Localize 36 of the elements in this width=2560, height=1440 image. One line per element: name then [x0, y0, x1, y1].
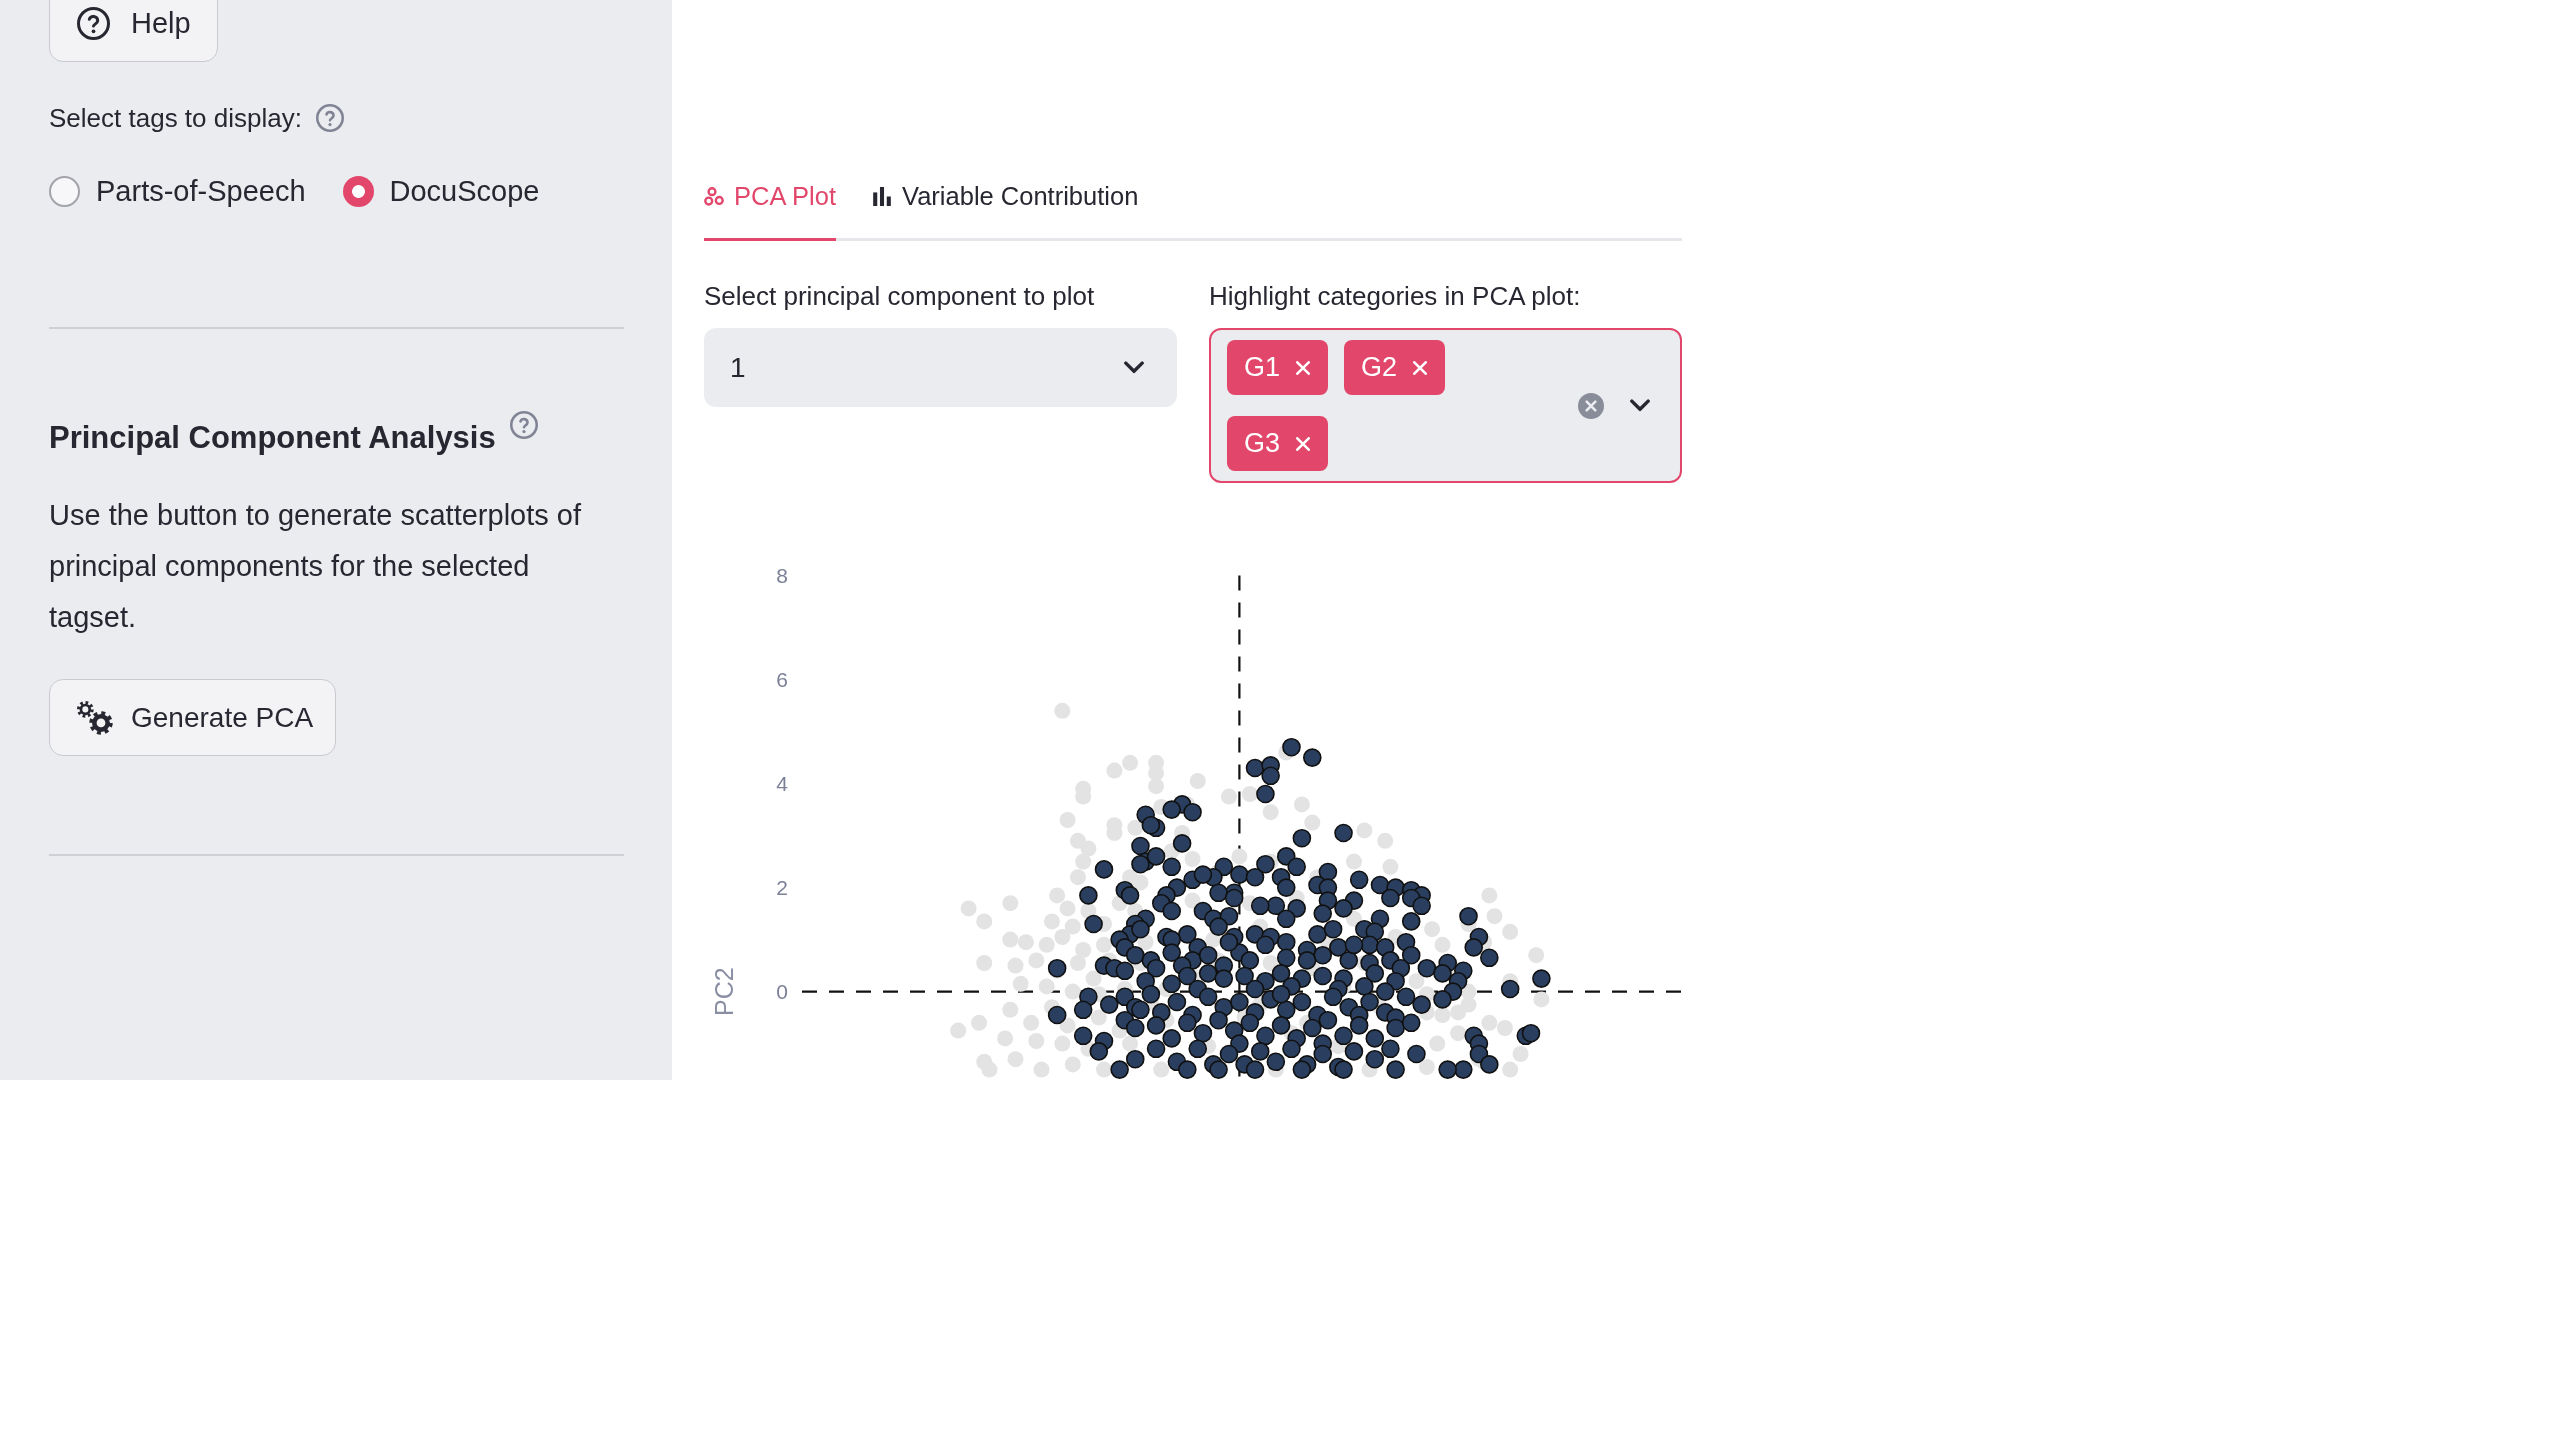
radio-option[interactable]: Parts-of-Speech — [49, 173, 306, 209]
select-field[interactable]: 1 — [704, 328, 1177, 407]
radio-button[interactable] — [49, 175, 80, 207]
axis-tick-label: 8 — [776, 564, 788, 588]
generate-pca-button[interactable]: Generate PCA — [49, 679, 337, 756]
help-icon[interactable] — [509, 411, 538, 439]
scatter-plot-icon — [704, 186, 724, 206]
tab[interactable]: PCA Plot — [704, 150, 837, 241]
multiselect-field[interactable]: G1 G2 G3 — [1209, 328, 1682, 483]
tag-chip[interactable]: G1 — [1227, 340, 1329, 395]
close-icon[interactable] — [1413, 360, 1428, 375]
tab[interactable]: Variable Contribution — [872, 150, 1139, 241]
help-button[interactable]: Help — [49, 0, 218, 62]
close-icon[interactable] — [1296, 436, 1311, 451]
axis-tick-label: 4 — [776, 772, 788, 796]
axis-tick-label: 0 — [776, 980, 788, 1004]
radio-option[interactable]: DocuScope — [342, 173, 540, 209]
help-icon[interactable] — [315, 104, 344, 132]
axis-title: PC2 — [710, 967, 738, 1016]
chevron-down-icon — [1124, 361, 1144, 374]
clear-icon[interactable] — [1578, 392, 1604, 419]
radio-button[interactable] — [342, 175, 374, 207]
axis-tick-label: 2 — [776, 876, 788, 900]
field-label: Select principal component to plot — [704, 280, 1096, 313]
close-icon[interactable] — [1296, 360, 1311, 375]
field-label: Select tags to display: — [49, 102, 302, 135]
gears-icon — [77, 700, 113, 735]
field-label: Highlight categories in PCA plot: — [1209, 280, 1582, 313]
axis-tick-label: 6 — [776, 668, 788, 692]
description-text: Use the button to generate scatterplots of principal components for the selected tagset. — [49, 498, 582, 635]
help-icon — [77, 7, 110, 40]
section-title: Principal Component Analysis — [49, 419, 496, 457]
chevron-down-icon[interactable] — [1630, 399, 1650, 412]
tag-chip[interactable]: G3 — [1227, 416, 1329, 471]
tag-chip[interactable]: G2 — [1344, 340, 1446, 395]
bar-chart-icon — [872, 186, 893, 206]
